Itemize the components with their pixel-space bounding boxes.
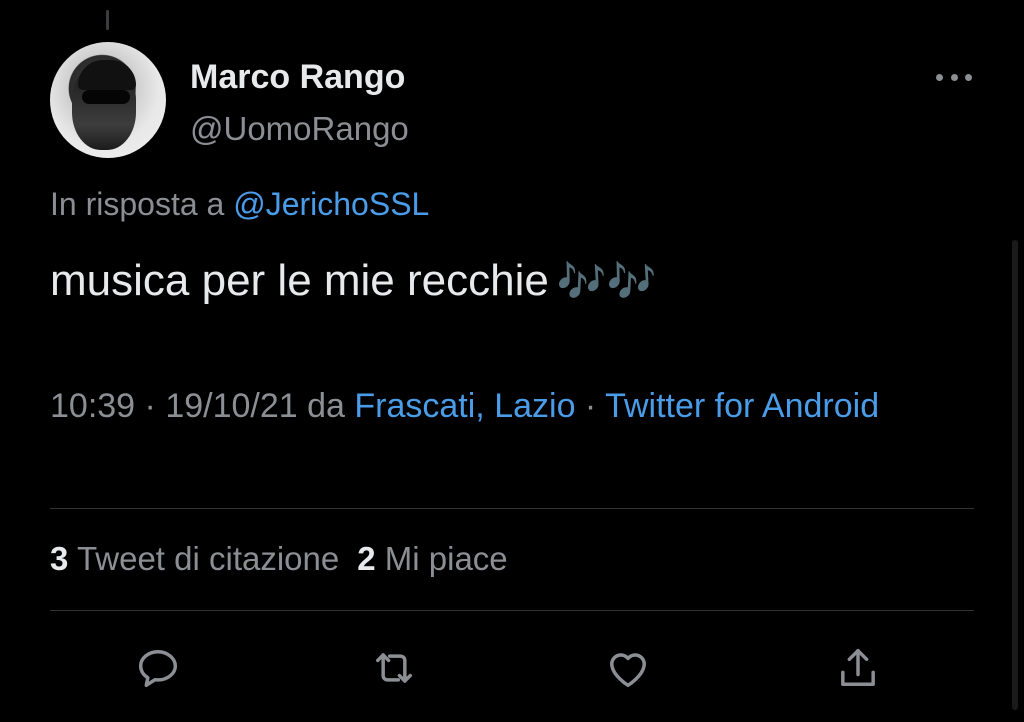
author-name[interactable]: Marco Rango [190, 58, 405, 97]
avatar-cap [78, 60, 136, 90]
tweet-time[interactable]: 10:39 [50, 387, 135, 425]
author-handle[interactable]: @UomoRango [190, 110, 409, 148]
tweet-stats: 3 Tweet di citazione 2 Mi piace [50, 540, 508, 578]
reply-icon[interactable] [132, 642, 184, 694]
tweet-body: musica per le mie recchie [50, 256, 549, 305]
like-icon[interactable] [602, 642, 654, 694]
meta-separator: · [575, 387, 606, 425]
more-dot [936, 73, 943, 81]
quote-tweets-label: Tweet di citazione [76, 540, 340, 577]
music-notes-emoji: 🎶🎶 [556, 260, 657, 304]
tweet-text: musica per le mie recchie 🎶🎶 [50, 256, 656, 306]
likes-label: Mi piace [384, 540, 508, 577]
likes-count: 2 [357, 540, 376, 577]
tweet-detail-page: Marco Rango @UomoRango In risposta a @Je… [0, 0, 1024, 722]
tweet-meta: 10:39 · 19/10/21 da Frascati, Lazio · Tw… [50, 380, 950, 432]
meta-separator: · [135, 387, 166, 425]
more-options-icon[interactable] [934, 62, 974, 92]
scrollbar[interactable] [1012, 240, 1018, 710]
location-link[interactable]: Frascati, Lazio [354, 387, 575, 425]
divider [50, 610, 974, 611]
reply-mention-link[interactable]: @JerichoSSL [233, 186, 429, 222]
meta-da: da [297, 387, 355, 425]
thread-connector-line [106, 10, 109, 30]
tweet-header: Marco Rango @UomoRango [50, 42, 980, 162]
source-link[interactable]: Twitter for Android [605, 387, 879, 425]
reply-to-prefix: In risposta a [50, 186, 234, 222]
tweet-actions-bar [50, 634, 974, 698]
avatar[interactable] [50, 42, 166, 158]
more-dot [950, 73, 958, 81]
avatar-glasses [82, 90, 130, 104]
quote-tweets-stat[interactable]: 3 Tweet di citazione [50, 540, 339, 577]
tweet-date[interactable]: 19/10/21 [165, 387, 297, 425]
reply-to-line: In risposta a @JerichoSSL [50, 186, 429, 223]
more-dot [965, 73, 972, 81]
likes-stat[interactable]: 2 Mi piace [357, 540, 507, 577]
quote-tweets-count: 3 [50, 540, 69, 577]
divider [50, 508, 974, 509]
retweet-icon[interactable] [368, 642, 420, 694]
share-icon[interactable] [832, 642, 884, 694]
